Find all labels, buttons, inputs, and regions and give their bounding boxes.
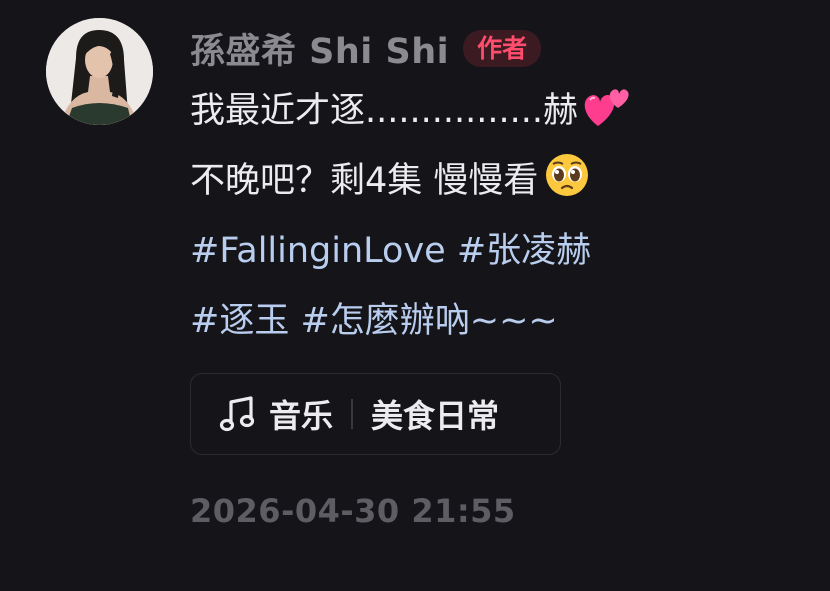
comment-text: 我最近才逐................赫 (190, 91, 579, 131)
two-hearts-emoji-icon (584, 84, 632, 128)
comment-text: 不晚吧？剩4集 慢慢看 (190, 161, 539, 201)
topic-tag-label[interactable]: 美食日常 (371, 391, 499, 437)
avatar-photo-icon (46, 18, 153, 125)
comment-text-line-1: 我最近才逐................赫 (190, 76, 810, 146)
comment-text-line-2: 不晚吧？剩4集 慢慢看 (190, 146, 810, 216)
avatar[interactable] (46, 18, 153, 125)
music-tag-label[interactable]: 音乐 (269, 391, 333, 437)
comment-content: 孫盛希 Shi Shi 作者 我最近才逐................赫 不晚… (190, 20, 810, 356)
comment-header: 孫盛希 Shi Shi 作者 (190, 20, 810, 76)
timestamp: 2026-04-30 21:55 (190, 492, 516, 530)
pleading-face-emoji-icon (544, 152, 590, 198)
hashtag-line-1[interactable]: #FallinginLove #张凌赫 (190, 216, 810, 286)
music-note-icon (219, 396, 255, 432)
hashtag-line-2[interactable]: #逐玉 #怎麼辦吶~~~ (190, 286, 810, 356)
tag-divider (351, 399, 354, 429)
username[interactable]: 孫盛希 Shi Shi (190, 23, 449, 74)
comment-item: 孫盛希 Shi Shi 作者 我最近才逐................赫 不晚… (0, 0, 830, 591)
tag-box: 音乐 美食日常 (190, 373, 561, 455)
author-badge: 作者 (463, 29, 542, 67)
